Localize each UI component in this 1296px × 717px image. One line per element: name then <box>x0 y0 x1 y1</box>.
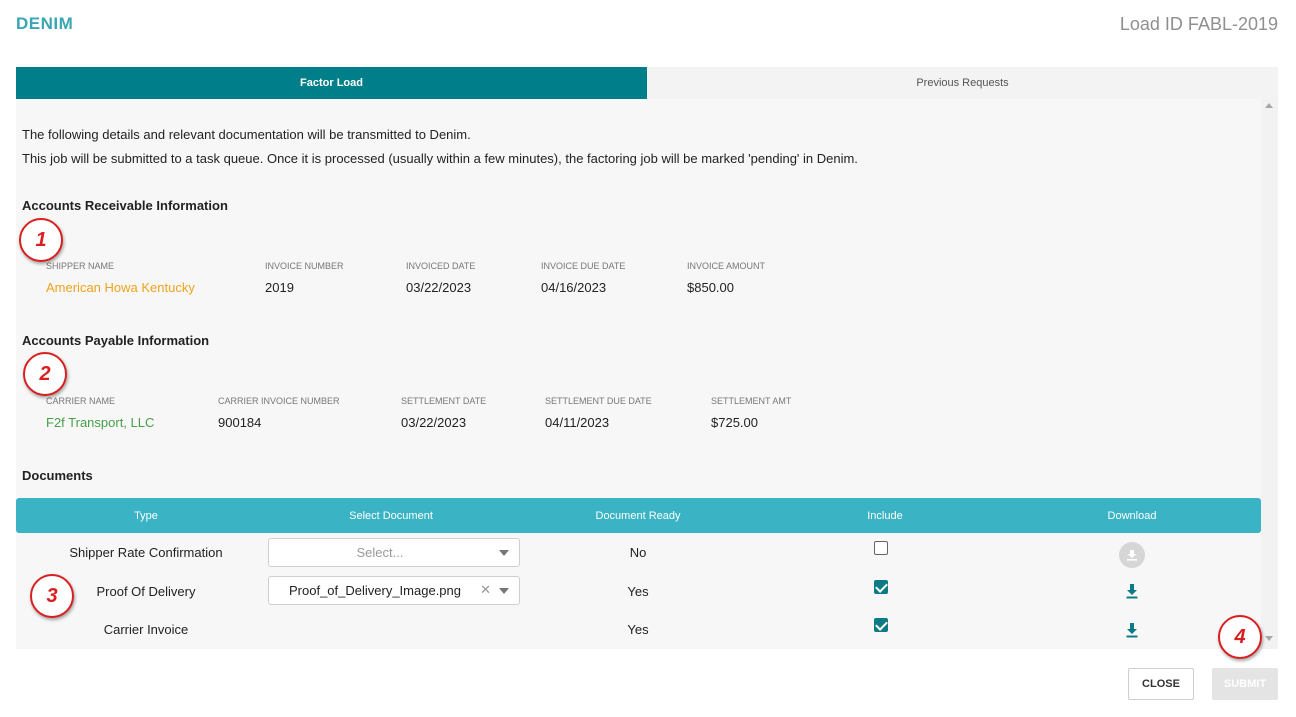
doc-ready-status: Yes <box>627 583 649 599</box>
include-checkbox[interactable] <box>874 580 888 594</box>
load-id: Load ID FABL-2019 <box>1119 14 1278 34</box>
invoice-amount-value: $850.00 <box>687 280 734 295</box>
settlement-date-label: SETTLEMENT DATE <box>401 396 487 406</box>
carrier-invoice-number-field: CARRIER INVOICE NUMBER 900184 <box>218 396 340 430</box>
invoiced-date-label: INVOICED DATE <box>406 261 476 271</box>
doc-ready-status: No <box>629 544 647 560</box>
tab-previous-requests[interactable]: Previous Requests <box>647 67 1278 99</box>
tab-bar: Factor Load Previous Requests <box>16 67 1278 99</box>
col-select-document: Select Document <box>349 509 433 522</box>
include-checkbox[interactable] <box>874 541 888 555</box>
settlement-due-date-value: 04/11/2023 <box>545 415 610 430</box>
shipper-name-field: SHIPPER NAME American Howa Kentucky <box>46 261 195 295</box>
documents-table-header: Type Select Document Document Ready Incl… <box>16 498 1261 533</box>
annotation-marker-2: 2 <box>23 352 67 396</box>
invoice-amount-field: INVOICE AMOUNT $850.00 <box>687 261 765 295</box>
carrier-name-label: CARRIER NAME <box>46 396 116 406</box>
col-include: Include <box>867 509 903 522</box>
settlement-date-value: 03/22/2023 <box>401 415 467 430</box>
doc-type-proof-of-delivery: Proof Of Delivery <box>96 583 196 599</box>
receivable-section-title: Accounts Receivable Information <box>22 198 228 213</box>
tab-factor-load[interactable]: Factor Load <box>16 67 647 99</box>
annotation-marker-4: 4 <box>1218 615 1262 659</box>
scroll-up-arrow[interactable] <box>1265 103 1273 108</box>
download-icon <box>1127 550 1137 561</box>
selected-document: Proof_of_Delivery_Image.png <box>289 583 461 598</box>
download-icon[interactable] <box>1125 583 1139 599</box>
submit-button[interactable]: SUBMIT <box>1212 668 1278 700</box>
carrier-invoice-number-value: 900184 <box>218 415 262 430</box>
intro-line-2: This job will be submitted to a task que… <box>22 151 858 166</box>
col-document-ready: Document Ready <box>595 509 681 522</box>
include-checkbox[interactable] <box>874 618 888 632</box>
settlement-date-field: SETTLEMENT DATE 03/22/2023 <box>401 396 486 430</box>
shipper-name-label: SHIPPER NAME <box>46 261 115 271</box>
invoice-number-label: INVOICE NUMBER <box>265 261 344 271</box>
close-icon[interactable]: ✕ <box>480 582 491 598</box>
factor-load-panel: The following details and relevant docum… <box>16 99 1261 649</box>
settlement-amt-label: SETTLEMENT AMT <box>711 396 792 406</box>
documents-section-title: Documents <box>22 468 93 483</box>
settlement-amt-field: SETTLEMENT AMT $725.00 <box>711 396 791 430</box>
invoice-amount-label: INVOICE AMOUNT <box>687 261 766 271</box>
chevron-down-icon <box>499 550 509 556</box>
carrier-invoice-number-label: CARRIER INVOICE NUMBER <box>218 396 340 406</box>
invoice-due-date-label: INVOICE DUE DATE <box>541 261 626 271</box>
carrier-name-field: CARRIER NAME F2f Transport, LLC <box>46 396 154 430</box>
scroll-down-arrow[interactable] <box>1265 636 1273 641</box>
download-button-disabled <box>1119 542 1145 568</box>
doc-ready-status: Yes <box>627 621 649 637</box>
select-placeholder: Select... <box>356 545 404 560</box>
annotation-marker-3: 3 <box>30 574 74 618</box>
chevron-down-icon <box>499 588 509 594</box>
select-document-dropdown[interactable]: Proof_of_Delivery_Image.png ✕ <box>268 576 520 605</box>
doc-type-shipper-rate-confirmation: Shipper Rate Confirmation <box>69 544 223 560</box>
invoiced-date-field: INVOICED DATE 03/22/2023 <box>406 261 475 295</box>
invoice-number-field: INVOICE NUMBER 2019 <box>265 261 344 295</box>
shipper-name-link[interactable]: American Howa Kentucky <box>46 280 195 295</box>
col-download: Download <box>1107 509 1157 522</box>
annotation-marker-1: 1 <box>19 218 63 262</box>
invoice-due-date-field: INVOICE DUE DATE 04/16/2023 <box>541 261 625 295</box>
carrier-name-link[interactable]: F2f Transport, LLC <box>46 415 154 430</box>
settlement-due-date-field: SETTLEMENT DUE DATE 04/11/2023 <box>545 396 652 430</box>
brand-logo: DENIM <box>16 14 74 33</box>
close-button[interactable]: CLOSE <box>1128 668 1194 700</box>
payable-section-title: Accounts Payable Information <box>22 333 210 348</box>
settlement-amt-value: $725.00 <box>711 415 758 430</box>
invoiced-date-value: 03/22/2023 <box>406 280 472 295</box>
settlement-due-date-label: SETTLEMENT DUE DATE <box>545 396 652 406</box>
invoice-due-date-value: 04/16/2023 <box>541 280 607 295</box>
vertical-scrollbar[interactable] <box>1261 99 1278 649</box>
col-type: Type <box>134 509 158 522</box>
intro-line-1: The following details and relevant docum… <box>22 127 471 142</box>
invoice-number-value: 2019 <box>265 280 294 295</box>
download-icon[interactable] <box>1125 622 1139 638</box>
doc-type-carrier-invoice: Carrier Invoice <box>103 621 189 637</box>
select-document-dropdown[interactable]: Select... <box>268 538 520 567</box>
